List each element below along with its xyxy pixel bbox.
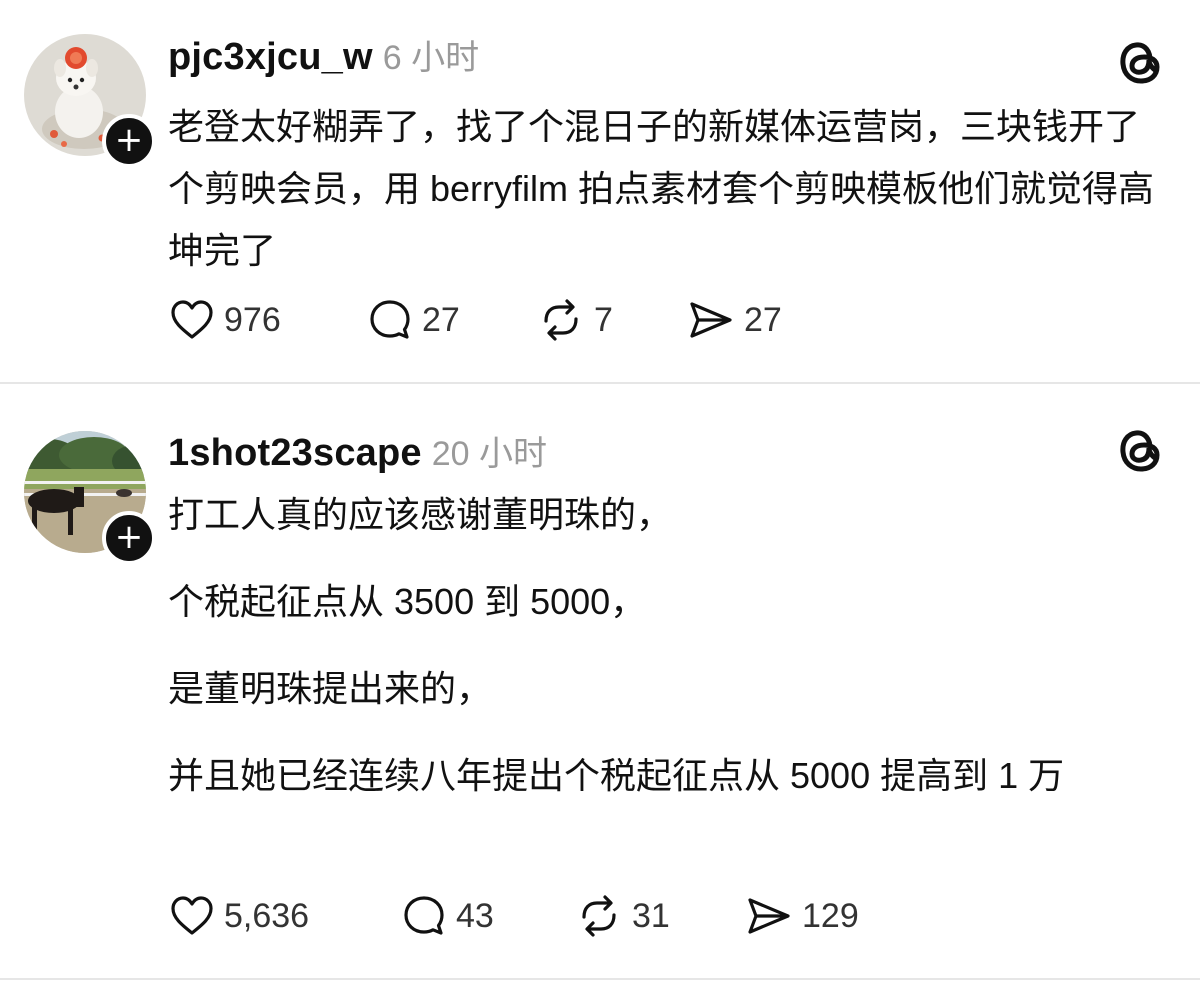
send-icon bbox=[690, 302, 732, 338]
post-paragraph: 打工人真的应该感谢董明珠的， bbox=[168, 494, 673, 535]
post-paragraph: 是董明珠提出来的， bbox=[168, 668, 493, 709]
follow-plus-button[interactable]: + bbox=[102, 511, 156, 565]
reply-button[interactable]: 43 bbox=[400, 890, 494, 942]
repost-count: 31 bbox=[632, 896, 670, 935]
like-button[interactable]: 976 bbox=[168, 294, 281, 346]
repost-button[interactable]: 7 bbox=[536, 294, 613, 346]
repost-count: 7 bbox=[594, 300, 613, 339]
post-time: 6 小时 bbox=[382, 39, 480, 77]
plus-icon: + bbox=[114, 120, 144, 160]
share-button[interactable]: 129 bbox=[744, 890, 859, 942]
post-paragraph: 老登太好糊弄了，找了个混日子的新媒体运营岗，三块钱开了个剪映会员，用 berry… bbox=[168, 106, 1155, 271]
post-header: 1shot23scape 20 小时 bbox=[168, 426, 547, 475]
post-divider bbox=[0, 978, 1200, 980]
plus-icon: + bbox=[114, 517, 144, 557]
reply-button[interactable]: 27 bbox=[366, 294, 460, 346]
post-paragraph: 并且她已经连续八年提出个税起征点从 5000 提高到 1 万 bbox=[168, 755, 1065, 796]
username[interactable]: pjc3xjcu_w bbox=[168, 36, 373, 78]
post-time: 20 小时 bbox=[431, 435, 548, 473]
share-count: 129 bbox=[802, 896, 859, 935]
reply-count: 43 bbox=[456, 896, 494, 935]
post-body: 老登太好糊弄了，找了个混日子的新媒体运营岗，三块钱开了个剪映会员，用 berry… bbox=[168, 96, 1168, 282]
share-count: 27 bbox=[744, 300, 782, 339]
heart-icon bbox=[171, 300, 213, 339]
repost-icon bbox=[544, 299, 578, 341]
post-card[interactable]: + 1shot23scape 20 小时 打工人真的应该感谢董明珠的， 个税起征点… bbox=[0, 384, 1200, 980]
reply-count: 27 bbox=[422, 300, 460, 339]
like-button[interactable]: 5,636 bbox=[168, 890, 309, 942]
share-button[interactable]: 27 bbox=[686, 294, 782, 346]
post-paragraph: 个税起征点从 3500 到 5000， bbox=[168, 581, 647, 622]
post-body: 打工人真的应该感谢董明珠的， 个税起征点从 3500 到 5000， 是董明珠提… bbox=[168, 484, 1168, 807]
heart-icon bbox=[171, 896, 213, 935]
send-icon bbox=[748, 898, 790, 934]
post-header: pjc3xjcu_w 6 小时 bbox=[168, 30, 479, 79]
threads-logo-icon[interactable] bbox=[1114, 424, 1166, 476]
repost-icon bbox=[582, 895, 616, 937]
follow-plus-button[interactable]: + bbox=[102, 114, 156, 168]
post-card[interactable]: + pjc3xjcu_w 6 小时 老登太好糊弄了，找了个混日子的新媒体运营岗，三… bbox=[0, 0, 1200, 384]
comment-icon bbox=[370, 300, 410, 339]
username[interactable]: 1shot23scape bbox=[168, 432, 422, 474]
repost-button[interactable]: 31 bbox=[574, 890, 670, 942]
comment-icon bbox=[404, 896, 444, 935]
like-count: 5,636 bbox=[224, 896, 310, 935]
threads-logo-icon[interactable] bbox=[1114, 36, 1166, 88]
like-count: 976 bbox=[224, 300, 281, 339]
